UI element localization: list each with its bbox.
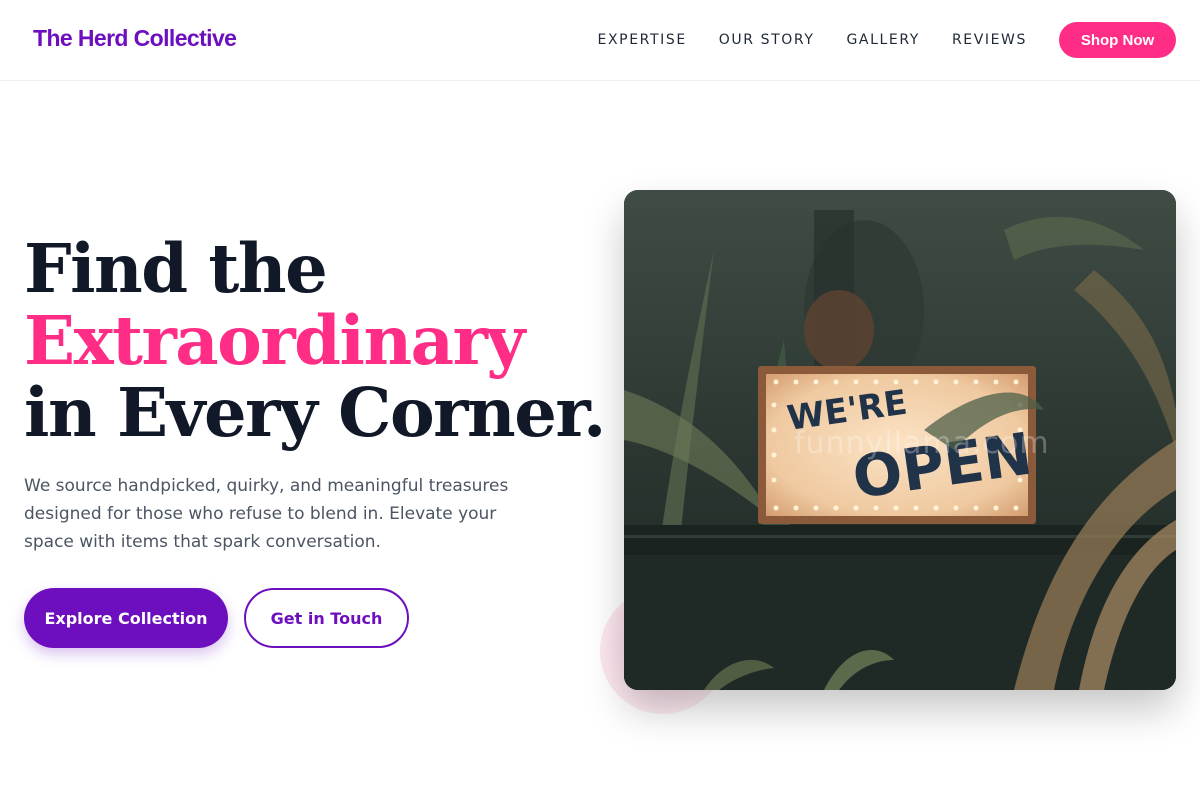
hero-description: We source handpicked, quirky, and meanin… bbox=[24, 476, 509, 552]
image-watermark: funnyllama.com bbox=[794, 426, 1050, 461]
shop-now-button[interactable]: Shop Now bbox=[1059, 22, 1176, 58]
get-in-touch-button[interactable]: Get in Touch bbox=[244, 588, 409, 648]
hero-headline: Find the Extraordinary in Every Corner. bbox=[24, 229, 606, 452]
brand-logo[interactable]: The Herd Collective bbox=[33, 25, 237, 52]
explore-collection-button[interactable]: Explore Collection bbox=[24, 588, 228, 648]
main-nav: EXPERTISE OUR STORY GALLERY REVIEWS Shop… bbox=[598, 22, 1176, 58]
nav-link-expertise[interactable]: EXPERTISE bbox=[598, 32, 687, 48]
headline-line-3: in Every Corner. bbox=[24, 373, 606, 452]
headline-line-2-accent: Extraordinary bbox=[24, 301, 525, 380]
hero-image: WE'RE OPEN funnyllama.com bbox=[624, 190, 1176, 690]
site-header: The Herd Collective EXPERTISE OUR STORY … bbox=[0, 0, 1200, 81]
nav-link-our-story[interactable]: OUR STORY bbox=[719, 32, 815, 48]
open-sign-photo: WE'RE OPEN funnyllama.com bbox=[624, 190, 1176, 690]
headline-line-1: Find the bbox=[24, 229, 328, 308]
nav-link-gallery[interactable]: GALLERY bbox=[846, 32, 919, 48]
nav-link-reviews[interactable]: REVIEWS bbox=[952, 32, 1027, 48]
